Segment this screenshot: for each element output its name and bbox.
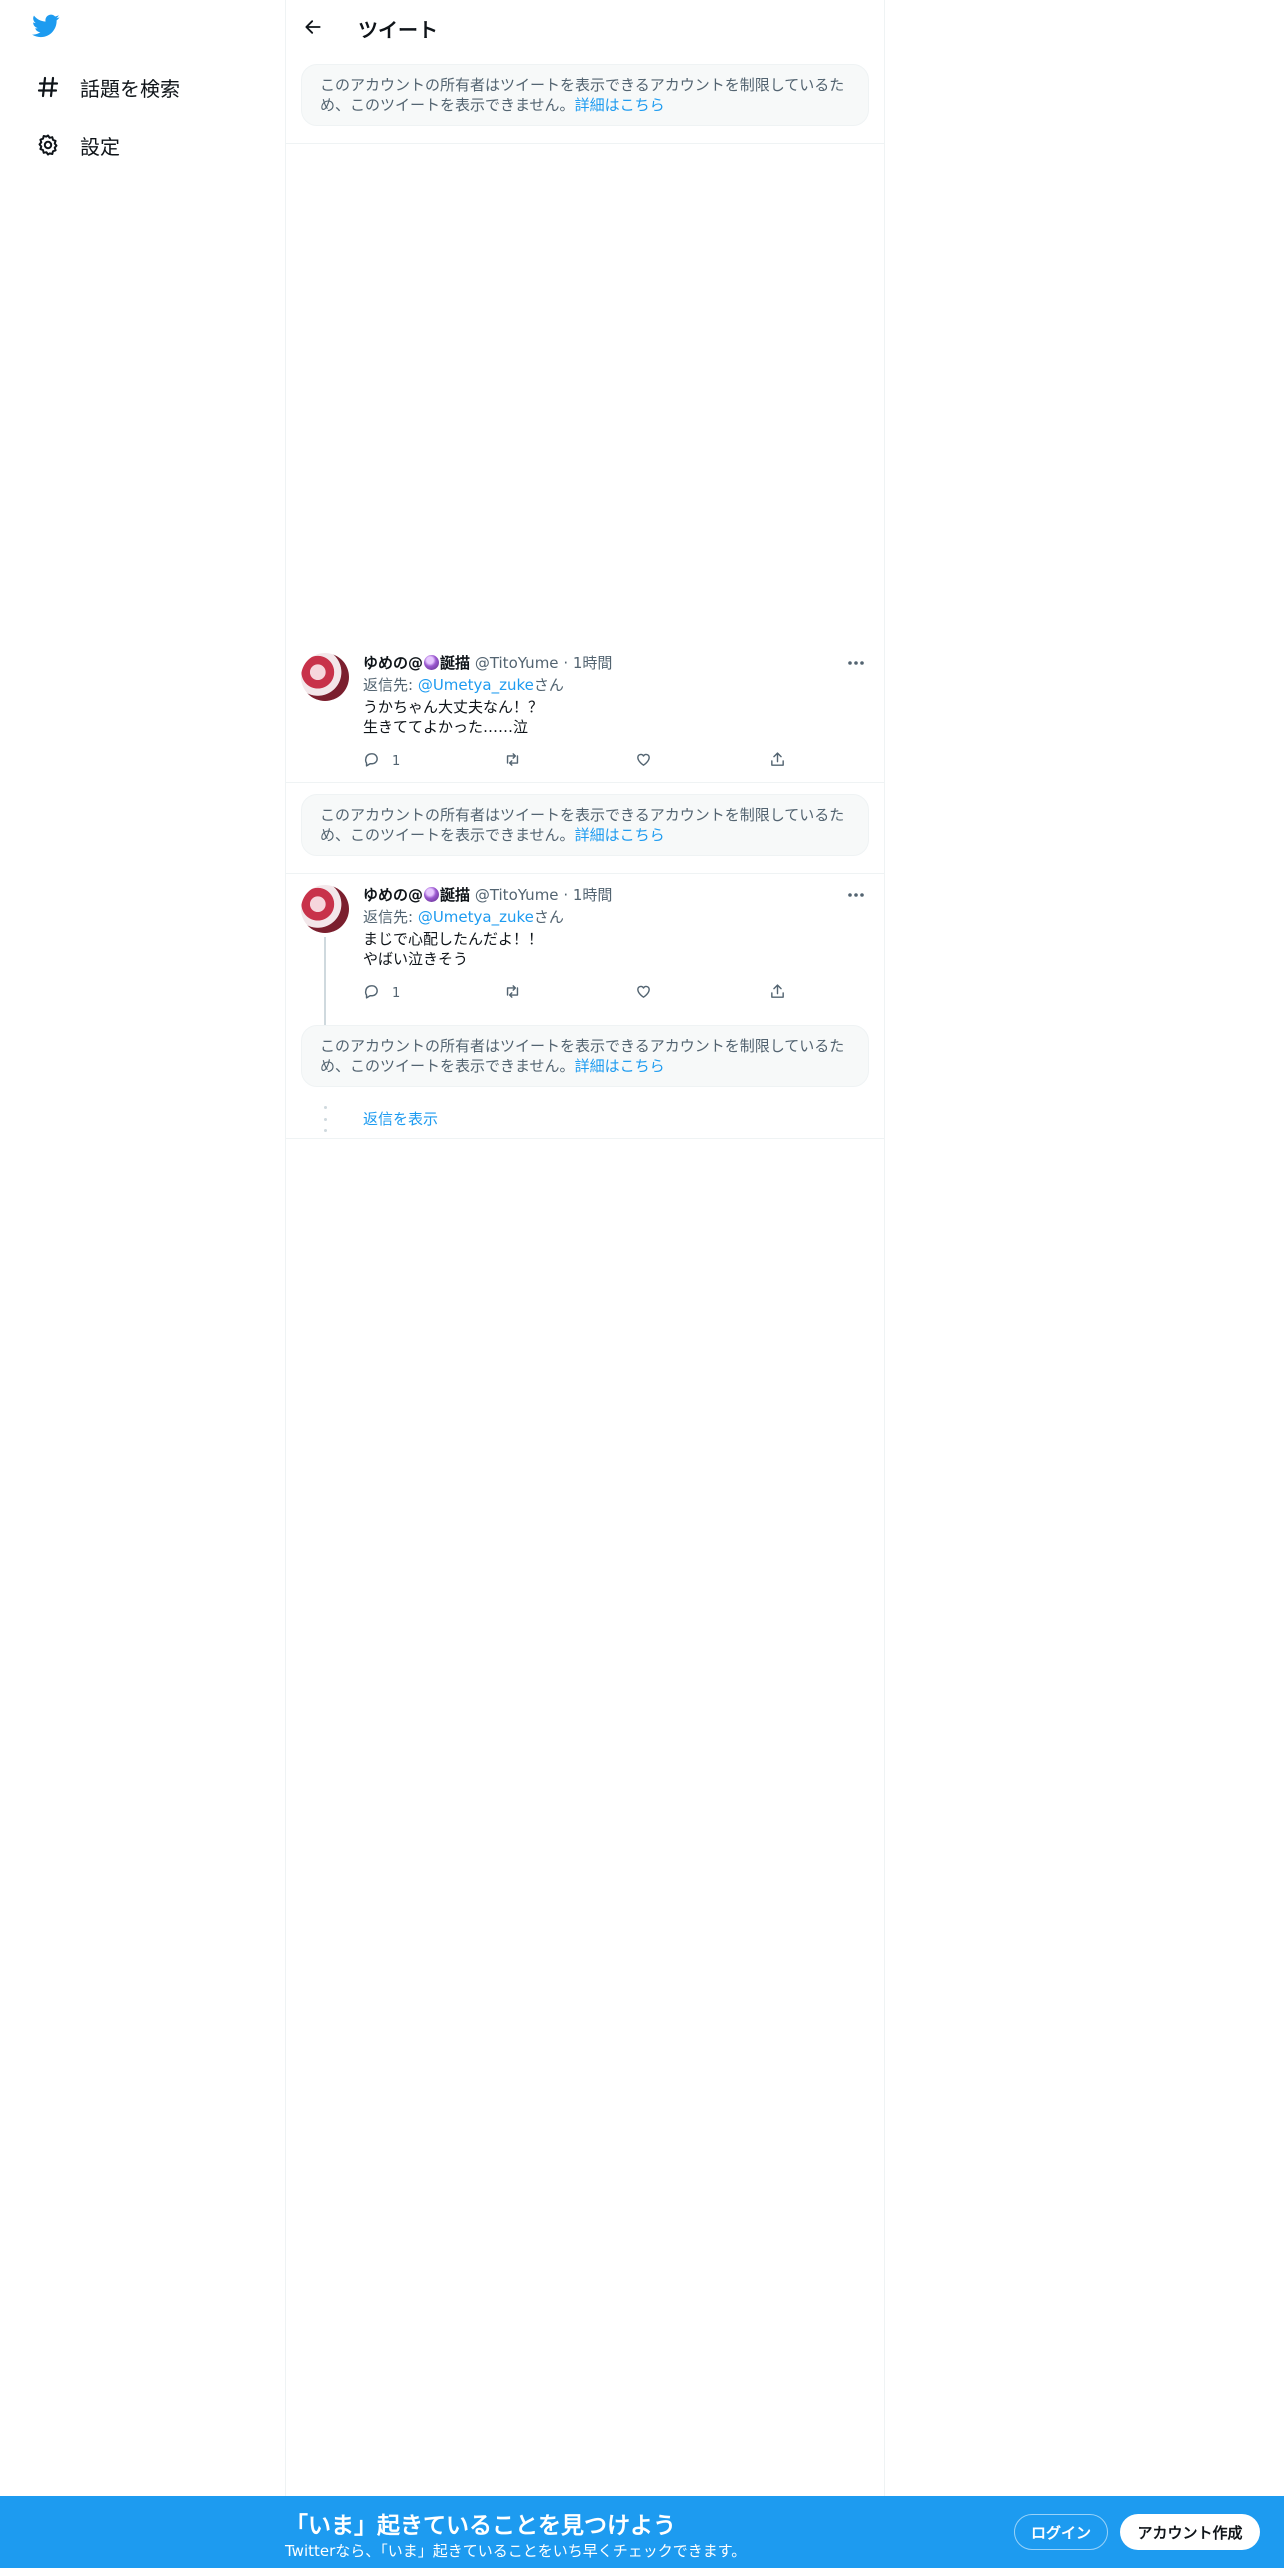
display-name-text: 誕描 <box>440 886 471 904</box>
share-button[interactable] <box>769 983 786 1003</box>
login-button[interactable]: ログイン <box>1014 2514 1108 2550</box>
tweet-actions: 1 <box>363 983 803 1003</box>
display-name[interactable]: ゆめの@ 誕描 <box>363 654 470 672</box>
reply-count: 1 <box>392 985 401 1001</box>
share-button[interactable] <box>769 751 786 771</box>
tweet-header: ゆめの@ 誕描 @TitoYume · 1時間 <box>363 885 868 905</box>
crystal-ball-emoji-icon <box>424 655 440 670</box>
divider <box>286 782 884 783</box>
tweet-text: うかちゃん大丈夫なん！？ 生きててよかった……泣 <box>363 697 868 737</box>
tweet-text-line: まじで心配したんだよ！！ <box>363 930 544 948</box>
sidebar-item-settings[interactable]: 設定 <box>26 120 266 170</box>
heart-icon <box>635 751 652 772</box>
user-handle[interactable]: @TitoYume <box>475 886 559 904</box>
timestamp[interactable]: 1時間 <box>573 886 613 904</box>
show-replies-link[interactable]: 返信を表示 <box>363 1108 438 1129</box>
banner-title: 「いま」起きていることを見つけよう <box>285 2513 676 2539</box>
avatar[interactable] <box>301 653 349 701</box>
reply-prefix: 返信先: <box>363 908 418 926</box>
reply-icon <box>363 983 380 1004</box>
reply-suffix: さん <box>533 676 564 694</box>
timestamp[interactable]: 1時間 <box>573 654 613 672</box>
separator: · <box>563 886 569 904</box>
reply-button[interactable]: 1 <box>363 751 400 771</box>
mention-link[interactable]: @Umetya_zuke <box>418 676 534 694</box>
like-button[interactable] <box>635 983 652 1003</box>
hashtag-icon <box>26 71 70 103</box>
show-replies-row[interactable]: 返信を表示 <box>286 1096 884 1144</box>
learn-more-link[interactable]: 詳細はこちら <box>575 1057 665 1075</box>
reply-prefix: 返信先: <box>363 676 418 694</box>
tweet-text-line: うかちゃん大丈夫なん！？ <box>363 698 544 716</box>
display-name-text: ゆめの@ <box>363 886 424 904</box>
tweet-body: ゆめの@ 誕描 @TitoYume · 1時間 返信先: @Umetya_zuke… <box>363 653 868 771</box>
tweet-text-line: やばい泣きそう <box>363 950 469 968</box>
sidebar-item-label: 設定 <box>80 134 120 159</box>
share-icon <box>769 751 786 772</box>
tweet-body: ゆめの@ 誕描 @TitoYume · 1時間 返信先: @Umetya_zuke… <box>363 885 868 1003</box>
display-name[interactable]: ゆめの@ 誕描 <box>363 886 470 904</box>
sidebar-item-label: 話題を検索 <box>80 76 180 101</box>
reply-button[interactable]: 1 <box>363 983 400 1003</box>
tweet-text: まじで心配したんだよ！！ やばい泣きそう <box>363 929 868 969</box>
mention-link[interactable]: @Umetya_zuke <box>418 908 534 926</box>
tweet-header: ゆめの@ 誕描 @TitoYume · 1時間 <box>363 653 868 673</box>
header: ツイート <box>286 0 884 53</box>
twitter-logo-icon[interactable] <box>30 12 70 44</box>
reply-icon <box>363 751 380 772</box>
sidebar-item-explore[interactable]: 話題を検索 <box>26 62 266 112</box>
signup-button[interactable]: アカウント作成 <box>1120 2514 1260 2550</box>
retweet-button[interactable] <box>503 983 522 1003</box>
user-handle[interactable]: @TitoYume <box>475 654 559 672</box>
back-arrow-icon[interactable] <box>296 10 330 44</box>
avatar[interactable] <box>301 885 349 933</box>
display-name-text: 誕描 <box>440 654 471 672</box>
reply-suffix: さん <box>533 908 564 926</box>
replying-to: 返信先: @Umetya_zukeさん <box>363 675 868 695</box>
display-name-text: ゆめの@ <box>363 654 424 672</box>
learn-more-link[interactable]: 詳細はこちら <box>575 96 665 114</box>
separator: · <box>563 654 569 672</box>
heart-icon <box>635 983 652 1004</box>
restricted-notice: このアカウントの所有者はツイートを表示できるアカウントを制限しているため、このツ… <box>301 794 869 856</box>
banner-subtitle: Twitterなら、「いま」起きていることをいち早くチェックできます。 <box>285 2542 747 2560</box>
tweet-text-line: 生きててよかった……泣 <box>363 718 529 736</box>
divider <box>286 873 884 874</box>
sidebar: 話題を検索 設定 <box>0 0 285 2568</box>
retweet-button[interactable] <box>503 751 522 771</box>
gear-icon <box>26 129 70 161</box>
like-button[interactable] <box>635 751 652 771</box>
restricted-notice: このアカウントの所有者はツイートを表示できるアカウントを制限しているため、このツ… <box>301 1025 869 1087</box>
more-options-icon[interactable] <box>844 885 868 905</box>
learn-more-link[interactable]: 詳細はこちら <box>575 826 665 844</box>
tweet[interactable]: ゆめの@ 誕描 @TitoYume · 1時間 返信先: @Umetya_zuke… <box>286 653 884 783</box>
more-options-icon[interactable] <box>844 653 868 673</box>
divider <box>286 143 884 144</box>
retweet-icon <box>503 983 522 1004</box>
thread-dots-icon <box>323 1106 327 1132</box>
signup-banner: 「いま」起きていることを見つけよう Twitterなら、「いま」起きていることを… <box>0 2496 1284 2568</box>
reply-count: 1 <box>392 753 401 769</box>
page-title: ツイート <box>358 18 438 42</box>
restricted-notice: このアカウントの所有者はツイートを表示できるアカウントを制限しているため、このツ… <box>301 64 869 126</box>
divider <box>286 1138 884 1139</box>
replying-to: 返信先: @Umetya_zukeさん <box>363 907 868 927</box>
retweet-icon <box>503 751 522 772</box>
tweet[interactable]: ゆめの@ 誕描 @TitoYume · 1時間 返信先: @Umetya_zuke… <box>286 885 884 1069</box>
share-icon <box>769 983 786 1004</box>
crystal-ball-emoji-icon <box>424 887 440 902</box>
main-column: ツイート このアカウントの所有者はツイートを表示できるアカウントを制限しているた… <box>285 0 885 2496</box>
tweet-actions: 1 <box>363 751 803 771</box>
